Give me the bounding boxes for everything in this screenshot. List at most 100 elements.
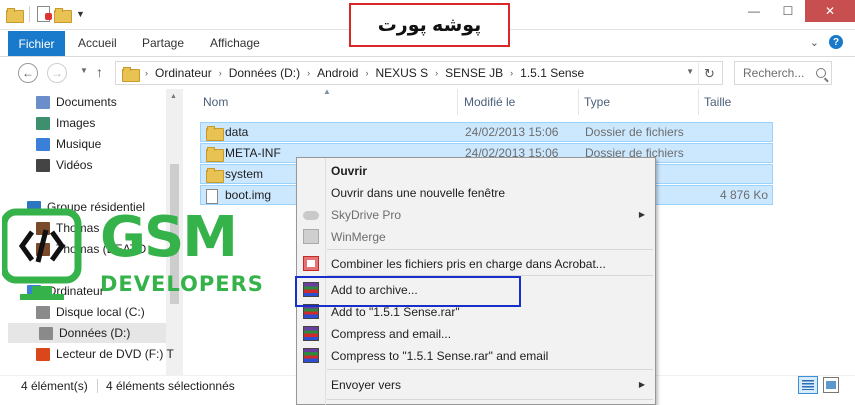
scroll-up-icon[interactable]: ▲ [170,93,177,100]
nav-item[interactable]: Données (D:) [8,323,166,343]
column-header-type[interactable]: Type [584,95,610,109]
search-icon [816,68,826,78]
logo-gsm-text: GSM [100,205,238,270]
menu-separator [327,369,653,370]
code-screen-icon [0,208,82,300]
menu-item-label: Ouvrir [331,164,368,178]
tab-view[interactable]: Affichage [210,36,260,50]
menu-item[interactable]: Ouvrir dans une nouvelle fenêtre [297,182,655,204]
column-divider[interactable] [698,89,699,115]
recent-locations-icon[interactable]: ▼ [80,66,88,75]
crumb-separator-icon[interactable]: › [435,68,438,78]
crumb-separator-icon[interactable]: › [365,68,368,78]
address-row: ← → ▼ ↑ › Ordinateur › Données (D:) › An… [0,57,855,89]
menu-item[interactable]: WinMerge [297,226,655,248]
menu-separator [327,249,653,250]
menu-item-label: SkyDrive Pro [331,208,402,222]
menu-item[interactable]: SkyDrive Pro ▶ [297,204,655,226]
breadcrumb-sense[interactable]: SENSE JB [445,66,503,80]
videos-icon [36,158,50,172]
winmerge-icon [303,229,319,244]
nav-item[interactable]: Lecteur de DVD (F:) T [36,344,174,364]
ribbon-right-controls: ⌄ ? [810,35,843,49]
skydrive-icon [303,211,319,220]
back-button[interactable]: ← [18,63,38,83]
forward-button[interactable]: → [47,63,67,83]
highlight-box [295,276,521,307]
nav-item[interactable]: Documents [36,92,117,112]
minimize-button[interactable]: — [737,0,771,22]
menu-item-label: Ouvrir dans une nouvelle fenêtre [331,186,506,200]
breadcrumb-nexus[interactable]: NEXUS S [375,66,428,80]
breadcrumb-drive[interactable]: Données (D:) [229,66,300,80]
nav-item[interactable]: Musique [36,134,101,154]
new-folder-icon[interactable] [54,7,72,23]
details-view-icon[interactable] [798,376,818,394]
menu-item[interactable]: Compress and email... [297,323,655,345]
file-name: system [225,167,264,181]
column-header-size[interactable]: Taille [704,95,731,109]
quick-access-toolbar: ▼ [6,6,85,23]
tab-file[interactable]: Fichier [8,31,65,56]
maximize-button[interactable]: ☐ [771,0,805,22]
menu-item[interactable]: Combiner les fichiers pris en charge dan… [297,253,655,275]
refresh-icon[interactable]: ↻ [698,63,720,85]
close-button[interactable]: ✕ [805,0,855,22]
crumb-separator-icon[interactable]: › [307,68,310,78]
properties-icon[interactable] [37,6,52,22]
file-row[interactable]: data 24/02/2013 15:06 Dossier de fichiers [200,122,773,142]
menu-item[interactable]: Envoyer vers ▶ [297,374,655,396]
winrar-icon [303,326,319,341]
expand-ribbon-icon[interactable]: ⌄ [810,36,819,49]
up-arrow-icon[interactable]: ↑ [96,64,103,80]
nav-item[interactable]: Vidéos [36,155,92,175]
help-icon[interactable]: ? [829,35,843,49]
logo-developers-text: DEVELOPERS [100,272,264,296]
folder-icon [122,66,140,82]
submenu-arrow-icon: ▶ [638,380,645,389]
file-size: 4 876 Ko [719,188,768,202]
tab-home[interactable]: Accueil [78,36,117,50]
nav-item-label: Données (D:) [59,326,131,340]
nav-item-label: Disque local (C:) [56,305,145,319]
breadcrumb-computer[interactable]: Ordinateur [155,66,212,80]
menu-item-label: Add to "1.5.1 Sense.rar" [331,305,460,319]
menu-item-label: WinMerge [331,230,386,244]
tab-share[interactable]: Partage [142,36,184,50]
folder-icon [206,126,224,141]
breadcrumb-android[interactable]: Android [317,66,358,80]
title-banner: پوشه پورت [349,3,510,47]
address-bar[interactable]: › Ordinateur › Données (D:) › Android › … [115,61,723,85]
nav-item[interactable]: Images [36,113,95,133]
crumb-separator-icon[interactable]: › [219,68,222,78]
gsm-developers-logo: GSM DEVELOPERS [0,205,292,306]
drive-icon [36,305,50,319]
drive-icon [39,326,53,340]
menu-item-label: Compress to "1.5.1 Sense.rar" and email [331,349,549,363]
folder-icon [206,147,224,162]
nav-item-label: Documents [56,95,117,109]
column-divider[interactable] [457,89,458,115]
file-name: META-INF [225,146,281,160]
search-input[interactable]: Recherch... [734,61,832,85]
column-header-name[interactable]: Nom [203,95,228,109]
column-divider[interactable] [578,89,579,115]
file-modified: 24/02/2013 15:06 [465,125,559,139]
nav-item-label: Musique [56,137,102,151]
menu-item[interactable]: Compress to "1.5.1 Sense.rar" and email [297,345,655,367]
qat-separator [29,6,30,22]
breadcrumb-current[interactable]: 1.5.1 Sense [520,66,584,80]
menu-item[interactable]: Ouvrir [297,160,655,182]
status-divider [97,379,98,393]
selection-count: 4 éléments sélectionnés [106,379,235,393]
nav-item-label: Images [56,116,96,130]
crumb-separator-icon[interactable]: › [510,68,513,78]
crumb-separator-icon[interactable]: › [145,68,148,78]
large-icons-view-icon[interactable] [823,377,839,393]
column-header-modified[interactable]: Modifié le [464,95,515,109]
address-dropdown-icon[interactable]: ▼ [686,67,694,76]
search-placeholder: Recherch... [743,66,805,80]
folder-icon [206,168,224,183]
nav-item-label: Lecteur de DVD (F:) T [56,347,174,361]
qat-customize-icon[interactable]: ▼ [76,9,85,19]
